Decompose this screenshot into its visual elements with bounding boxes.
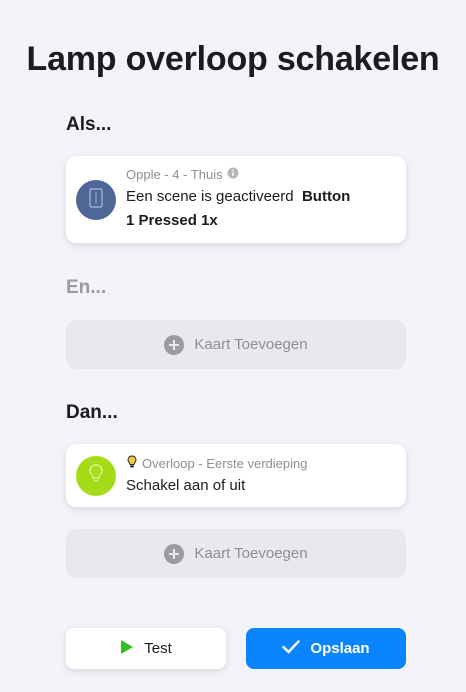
save-button[interactable]: Opslaan xyxy=(246,628,406,669)
section-then-label: Dan... xyxy=(66,402,118,423)
save-button-label: Opslaan xyxy=(310,640,370,657)
trigger-description: Een scene is geactiveerd Button 1 Presse… xyxy=(126,185,392,233)
checkmark-icon xyxy=(282,639,301,658)
play-icon xyxy=(120,639,134,659)
action-avatar xyxy=(76,456,116,496)
test-button-label: Test xyxy=(144,640,172,657)
plus-circle-icon xyxy=(164,334,185,355)
action-card[interactable]: Overloop - Eerste verdieping Schakel aan… xyxy=(66,444,406,507)
bulb-small-icon xyxy=(126,455,138,472)
and-add-card-label: Kaart Toevoegen xyxy=(194,336,308,353)
then-add-card-label: Kaart Toevoegen xyxy=(194,545,308,562)
then-add-card-button[interactable]: Kaart Toevoegen xyxy=(66,529,406,578)
flow-editor: Lamp overloop schakelen Als... Opple - 4… xyxy=(0,0,466,692)
trigger-card[interactable]: Opple - 4 - Thuis Een scene is geactivee… xyxy=(66,156,406,243)
section-if-label: Als... xyxy=(66,114,112,135)
action-description: Schakel aan of uit xyxy=(126,477,246,494)
and-add-card-button[interactable]: Kaart Toevoegen xyxy=(66,320,406,369)
action-device-label: Overloop - Eerste verdieping xyxy=(142,456,308,471)
lightbulb-icon xyxy=(87,463,105,490)
section-and-label: En... xyxy=(66,277,107,298)
trigger-text: Een scene is geactiveerd xyxy=(126,188,294,205)
opple-switch-icon xyxy=(87,187,105,214)
info-icon[interactable] xyxy=(227,167,239,182)
action-device: Overloop - Eerste verdieping xyxy=(126,455,307,472)
test-button[interactable]: Test xyxy=(66,628,226,669)
trigger-avatar xyxy=(76,180,116,220)
trigger-device: Opple - 4 - Thuis xyxy=(126,167,239,182)
page-title: Lamp overloop schakelen xyxy=(26,40,440,78)
trigger-arg-pressed: 1 Pressed 1x xyxy=(126,212,218,229)
plus-circle-icon xyxy=(164,543,185,564)
trigger-arg-button: Button xyxy=(301,188,351,205)
trigger-device-label: Opple - 4 - Thuis xyxy=(126,167,223,182)
